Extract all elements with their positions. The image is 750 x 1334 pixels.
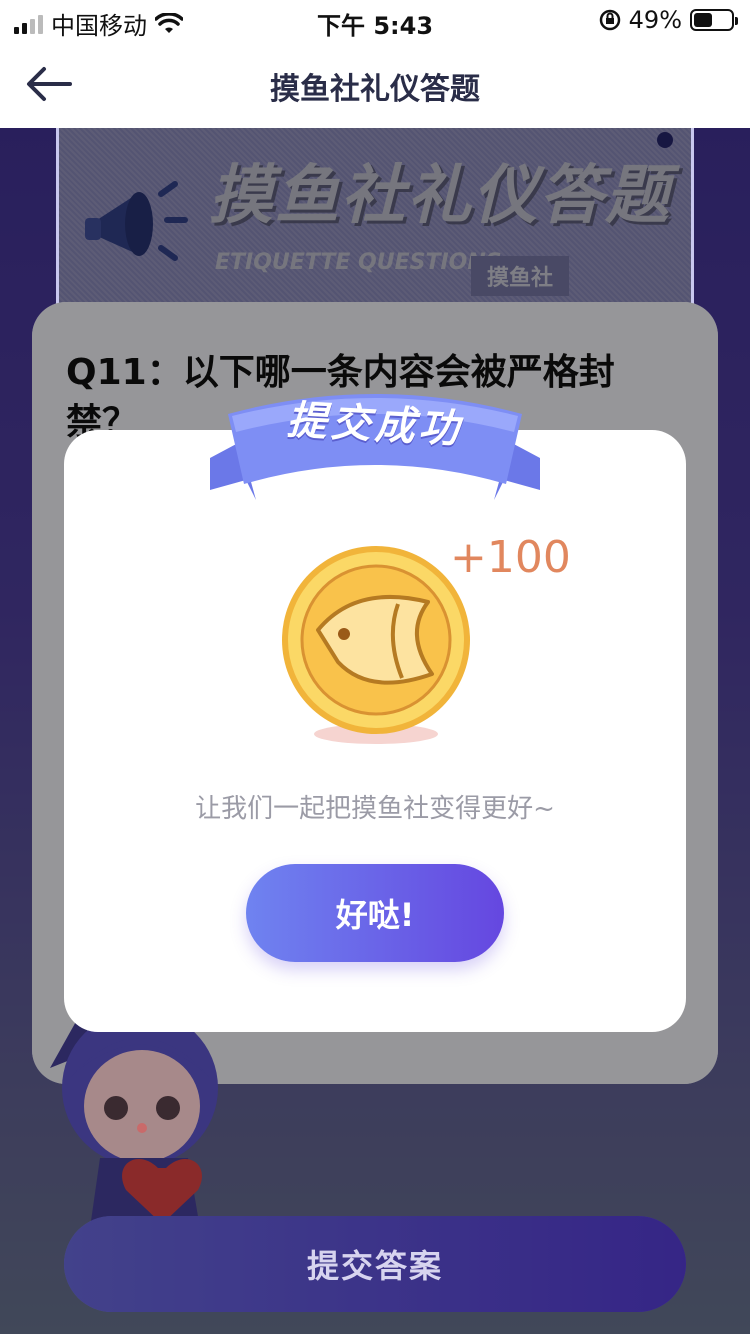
nav-bar: 摸鱼社礼仪答题 <box>0 40 750 128</box>
orientation-lock-icon <box>599 9 620 31</box>
coin-bonus-label: +100 <box>450 532 571 583</box>
status-bar: 中国移动 下午 5:43 49% <box>0 0 750 40</box>
battery-fill <box>694 13 712 27</box>
submit-answer-button[interactable]: 提交答案 <box>64 1216 686 1312</box>
status-right: 49% <box>599 6 738 34</box>
page-title: 摸鱼社礼仪答题 <box>270 72 480 107</box>
fish-coin-icon <box>282 546 470 744</box>
confirm-button[interactable]: 好哒! <box>246 864 504 962</box>
submit-answer-label: 提交答案 <box>306 1247 443 1285</box>
battery-icon <box>690 9 738 31</box>
battery-percent: 49% <box>628 6 682 34</box>
banner-overlay <box>59 128 691 318</box>
modal-message: 让我们一起把摸鱼社变得更好~ <box>195 794 555 824</box>
banner: 摸鱼社礼仪答题 ETIQUETTE QUESTIONS 摸鱼社 <box>56 128 694 318</box>
